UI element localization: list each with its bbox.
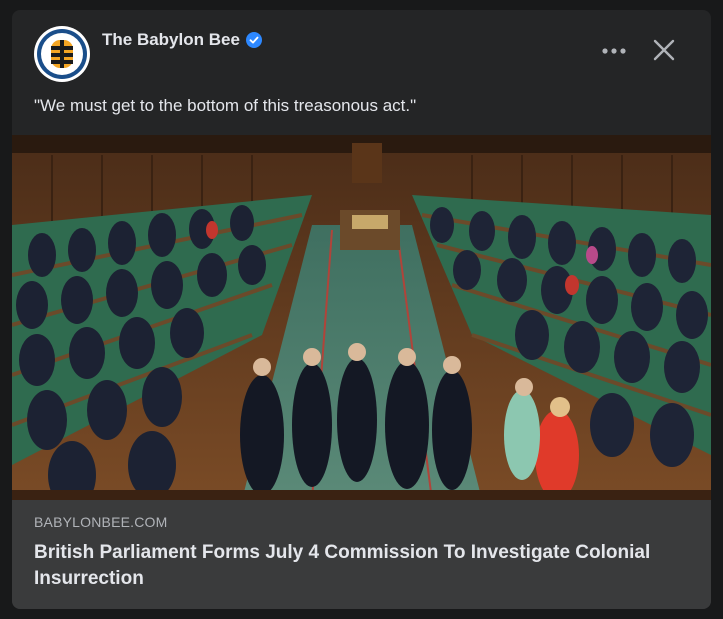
close-icon xyxy=(653,39,675,61)
more-options-icon xyxy=(602,48,626,54)
parliament-chamber-image xyxy=(12,135,711,500)
more-options-button[interactable] xyxy=(597,36,631,66)
page-name[interactable]: The Babylon Bee xyxy=(102,30,262,50)
bee-logo-icon xyxy=(37,29,87,79)
post-header: The Babylon Bee xyxy=(12,10,711,90)
page-avatar[interactable] xyxy=(34,26,90,82)
post-caption: "We must get to the bottom of this treas… xyxy=(34,96,417,115)
post-card: The Babylon Bee "We must get to the bott… xyxy=(12,10,711,609)
link-preview[interactable]: BABYLONBEE.COM British Parliament Forms … xyxy=(12,500,711,609)
link-domain: BABYLONBEE.COM xyxy=(34,514,168,530)
verified-badge-icon xyxy=(245,32,262,48)
link-headline[interactable]: British Parliament Forms July 4 Commissi… xyxy=(34,540,684,592)
post-photo[interactable] xyxy=(12,135,711,500)
page-name-label[interactable]: The Babylon Bee xyxy=(102,30,240,50)
close-button[interactable] xyxy=(648,34,680,66)
